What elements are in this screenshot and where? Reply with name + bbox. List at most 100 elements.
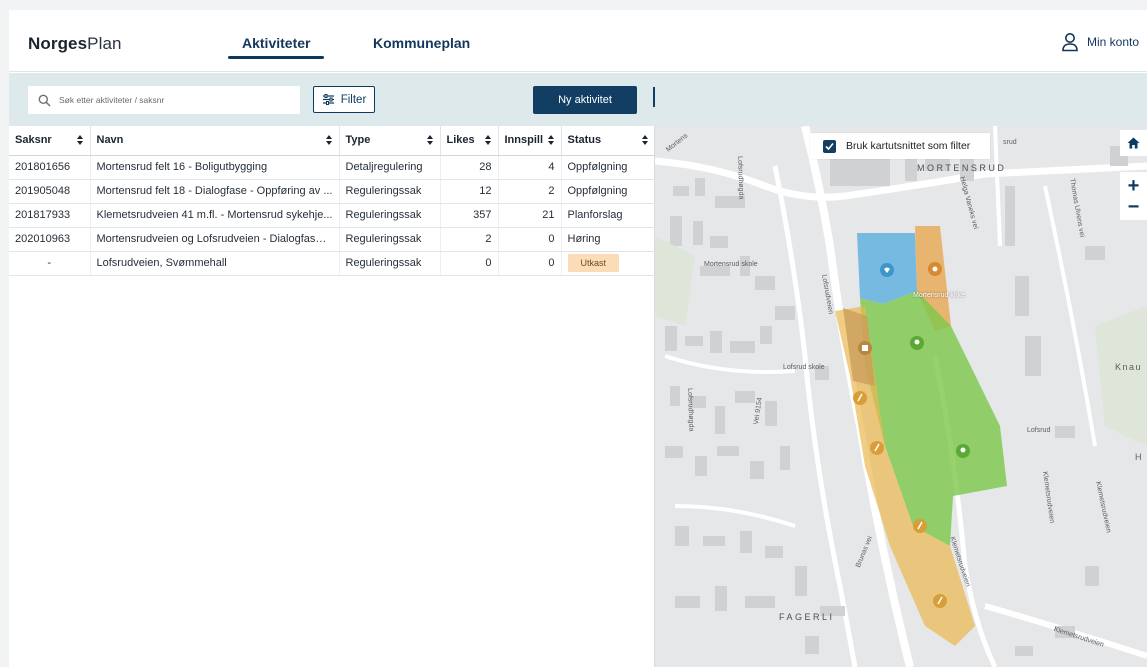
column-header-likes[interactable]: Likes — [440, 126, 499, 156]
map-marker[interactable] — [858, 341, 872, 355]
map-filter-checkbox[interactable] — [823, 139, 836, 153]
filter-button[interactable]: Filter — [313, 86, 375, 113]
cell-innspill: 0 — [498, 251, 562, 276]
cell-navn: Lofsrudveien, Svømmehall — [90, 251, 340, 276]
app-page: NorgesPlan Aktiviteter Kommuneplan Min k… — [9, 10, 1147, 667]
map-label-mortensrud-kirke: Mortensrud kirke — [913, 292, 966, 299]
map-marker[interactable] — [870, 441, 884, 455]
map-label-mortensrud-skole: Mortensrud skole — [704, 261, 758, 268]
map-label-fagerli: FAGERLI — [779, 612, 835, 622]
sort-icon — [547, 135, 554, 145]
cell-navn: Mortensrud felt 18 - Dialogfase - Oppfør… — [90, 179, 340, 204]
user-icon — [1062, 33, 1078, 52]
map-zoom-controls: + − — [1120, 172, 1147, 220]
sort-icon — [484, 135, 491, 145]
zoom-in-button[interactable]: + — [1128, 175, 1140, 197]
map-extent-filter-toggle[interactable]: Bruk kartutsnittet som filter — [810, 133, 990, 159]
activity-table-panel: Saksnr Navn Type Likes Innspill Status 2… — [9, 126, 656, 667]
map-marker[interactable] — [910, 336, 924, 350]
cell-likes: 12 — [440, 179, 499, 204]
account-link[interactable]: Min konto — [1061, 32, 1139, 52]
tab-kommuneplan[interactable]: Kommuneplan — [373, 35, 470, 51]
home-icon — [1127, 137, 1140, 149]
sort-icon — [325, 135, 332, 145]
map-home-button[interactable] — [1120, 130, 1147, 156]
cell-likes: 357 — [440, 203, 499, 228]
cell-type: Detaljregulering — [339, 155, 441, 180]
tab-aktiviteter[interactable]: Aktiviteter — [227, 35, 326, 59]
column-label: Innspill — [504, 134, 544, 147]
cell-type: Reguleringssak — [339, 251, 441, 276]
list-toolbar: Filter Ny aktivitet — [9, 73, 660, 126]
map-label-lofsrudhogda: Lofsrudhøgda — [686, 388, 695, 432]
cell-saksnr: 201801656 — [9, 155, 91, 180]
map-view[interactable]: Mortensrud skole Mortensrud kirke Lofsru… — [655, 126, 1147, 667]
map-filter-label: Bruk kartutsnittet som filter — [846, 140, 971, 152]
sort-icon — [641, 135, 648, 145]
cell-saksnr: 201817933 — [9, 203, 91, 228]
search-input[interactable] — [59, 95, 279, 105]
table-row[interactable]: - Lofsrudveien, Svømmehall Reguleringssa… — [9, 251, 656, 276]
search-box[interactable] — [28, 86, 300, 114]
column-header-saksnr[interactable]: Saksnr — [9, 126, 91, 156]
cell-saksnr: 202010963 — [9, 227, 91, 252]
cell-saksnr: 201905048 — [9, 179, 91, 204]
cell-navn: Klemetsrudveien 41 m.fl. - Mortensrud sy… — [90, 203, 340, 228]
column-header-innspill[interactable]: Innspill — [498, 126, 562, 156]
column-header-navn[interactable]: Navn — [90, 126, 340, 156]
brand-bold: Norges — [28, 34, 88, 53]
account-label: Min konto — [1086, 35, 1139, 49]
brand-logo[interactable]: NorgesPlan — [28, 34, 122, 54]
table-row[interactable]: 201817933 Klemetsrudveien 41 m.fl. - Mor… — [9, 203, 656, 228]
sliders-icon — [322, 94, 334, 105]
cell-status: Utkast — [561, 251, 656, 276]
cell-innspill: 21 — [498, 203, 562, 228]
search-icon — [38, 94, 51, 107]
map-label-knau: Knau — [1115, 362, 1143, 372]
cell-status: Planforslag — [561, 203, 656, 228]
top-header: NorgesPlan Aktiviteter Kommuneplan Min k… — [9, 10, 1147, 72]
table-row[interactable]: 201905048 Mortensrud felt 18 - Dialogfas… — [9, 179, 656, 204]
brand-light: Plan — [87, 34, 122, 53]
table-row[interactable]: 201801656 Mortensrud felt 16 - Boligutby… — [9, 155, 656, 180]
activity-table: Saksnr Navn Type Likes Innspill Status 2… — [9, 126, 656, 276]
column-header-status[interactable]: Status — [561, 126, 656, 156]
column-label: Navn — [96, 134, 124, 147]
cell-innspill: 2 — [498, 179, 562, 204]
check-icon — [825, 142, 834, 150]
cell-status: Oppfølgning — [561, 179, 656, 204]
cell-status: Oppfølgning — [561, 155, 656, 180]
sort-icon — [426, 135, 433, 145]
map-label-lofsrudhogda: Lofsrudhøgda — [736, 156, 745, 200]
cell-navn: Mortensrud felt 16 - Boligutbygging — [90, 155, 340, 180]
table-header-row: Saksnr Navn Type Likes Innspill Status — [9, 126, 656, 156]
map-marker[interactable] — [853, 391, 867, 405]
map-marker[interactable] — [928, 262, 942, 276]
column-header-type[interactable]: Type — [339, 126, 441, 156]
map-toolbar — [655, 73, 1147, 126]
cell-likes: 2 — [440, 227, 499, 252]
map-label-srud: srud — [1003, 139, 1017, 146]
zoom-out-button[interactable]: − — [1128, 197, 1140, 217]
map-label-h: H — [1135, 452, 1142, 462]
map-label-mortensrud: MORTENSRUD — [917, 163, 1007, 173]
cell-type: Reguleringssak — [339, 179, 441, 204]
map-marker[interactable] — [933, 594, 947, 608]
map-marker[interactable] — [956, 444, 970, 458]
table-row[interactable]: 202010963 Mortensrudveien og Lofsrudveie… — [9, 227, 656, 252]
map-label-lofsrud: Lofsrud — [1027, 427, 1051, 434]
column-label: Status — [567, 134, 602, 147]
cell-likes: 0 — [440, 251, 499, 276]
column-label: Type — [345, 134, 371, 147]
map-marker[interactable] — [913, 519, 927, 533]
cell-likes: 28 — [440, 155, 499, 180]
cell-type: Reguleringssak — [339, 203, 441, 228]
column-label: Likes — [446, 134, 475, 147]
map-marker[interactable] — [880, 263, 894, 277]
cell-innspill: 4 — [498, 155, 562, 180]
map-label-lofsrud-skole: Lofsrud skole — [783, 364, 825, 371]
filter-label: Filter — [340, 93, 367, 106]
cell-status: Høring — [561, 227, 656, 252]
cell-navn: Mortensrudveien og Lofsrudveien - Dialog… — [90, 227, 340, 252]
new-activity-button[interactable]: Ny aktivitet — [533, 86, 637, 114]
